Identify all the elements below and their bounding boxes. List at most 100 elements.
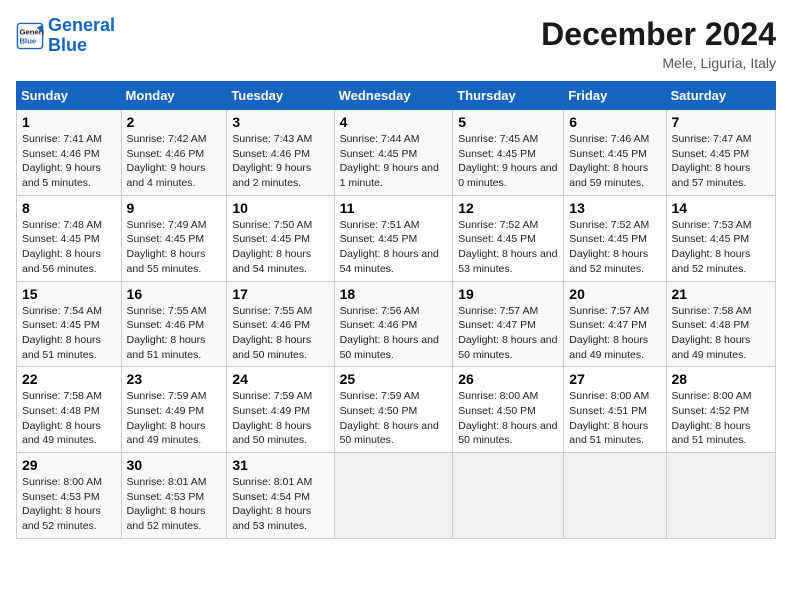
table-row: 27 Sunrise: 8:00 AMSunset: 4:51 PMDaylig… bbox=[564, 367, 666, 453]
day-number: 13 bbox=[569, 200, 660, 216]
day-info: Sunrise: 7:58 AMSunset: 4:48 PMDaylight:… bbox=[22, 390, 102, 446]
day-info: Sunrise: 8:01 AMSunset: 4:53 PMDaylight:… bbox=[127, 476, 207, 532]
day-info: Sunrise: 7:55 AMSunset: 4:46 PMDaylight:… bbox=[127, 305, 207, 361]
day-number: 15 bbox=[22, 286, 116, 302]
month-title: December 2024 bbox=[541, 16, 776, 53]
day-number: 7 bbox=[672, 114, 770, 130]
day-number: 17 bbox=[232, 286, 328, 302]
day-info: Sunrise: 7:46 AMSunset: 4:45 PMDaylight:… bbox=[569, 133, 649, 189]
day-info: Sunrise: 7:56 AMSunset: 4:46 PMDaylight:… bbox=[340, 305, 439, 361]
day-info: Sunrise: 7:52 AMSunset: 4:45 PMDaylight:… bbox=[569, 219, 649, 275]
day-number: 5 bbox=[458, 114, 558, 130]
calendar-row: 29 Sunrise: 8:00 AMSunset: 4:53 PMDaylig… bbox=[17, 453, 776, 539]
day-info: Sunrise: 7:53 AMSunset: 4:45 PMDaylight:… bbox=[672, 219, 752, 275]
table-row: 20 Sunrise: 7:57 AMSunset: 4:47 PMDaylig… bbox=[564, 281, 666, 367]
day-number: 28 bbox=[672, 371, 770, 387]
table-row bbox=[666, 453, 775, 539]
header: General Blue GeneralBlue December 2024 M… bbox=[16, 16, 776, 71]
day-number: 18 bbox=[340, 286, 448, 302]
day-number: 9 bbox=[127, 200, 222, 216]
day-number: 11 bbox=[340, 200, 448, 216]
table-row: 5 Sunrise: 7:45 AMSunset: 4:45 PMDayligh… bbox=[453, 110, 564, 196]
day-info: Sunrise: 7:50 AMSunset: 4:45 PMDaylight:… bbox=[232, 219, 312, 275]
day-number: 27 bbox=[569, 371, 660, 387]
col-tuesday: Tuesday bbox=[227, 82, 334, 110]
calendar-row: 8 Sunrise: 7:48 AMSunset: 4:45 PMDayligh… bbox=[17, 195, 776, 281]
day-info: Sunrise: 7:59 AMSunset: 4:49 PMDaylight:… bbox=[127, 390, 207, 446]
day-number: 12 bbox=[458, 200, 558, 216]
day-info: Sunrise: 7:42 AMSunset: 4:46 PMDaylight:… bbox=[127, 133, 207, 189]
day-info: Sunrise: 7:57 AMSunset: 4:47 PMDaylight:… bbox=[458, 305, 557, 361]
table-row: 22 Sunrise: 7:58 AMSunset: 4:48 PMDaylig… bbox=[17, 367, 122, 453]
day-number: 8 bbox=[22, 200, 116, 216]
day-number: 19 bbox=[458, 286, 558, 302]
day-info: Sunrise: 7:55 AMSunset: 4:46 PMDaylight:… bbox=[232, 305, 312, 361]
table-row: 17 Sunrise: 7:55 AMSunset: 4:46 PMDaylig… bbox=[227, 281, 334, 367]
day-info: Sunrise: 7:41 AMSunset: 4:46 PMDaylight:… bbox=[22, 133, 102, 189]
day-number: 31 bbox=[232, 457, 328, 473]
day-info: Sunrise: 7:44 AMSunset: 4:45 PMDaylight:… bbox=[340, 133, 439, 189]
calendar-row: 1 Sunrise: 7:41 AMSunset: 4:46 PMDayligh… bbox=[17, 110, 776, 196]
col-monday: Monday bbox=[121, 82, 227, 110]
day-number: 6 bbox=[569, 114, 660, 130]
day-number: 22 bbox=[22, 371, 116, 387]
table-row: 28 Sunrise: 8:00 AMSunset: 4:52 PMDaylig… bbox=[666, 367, 775, 453]
logo-text: GeneralBlue bbox=[48, 16, 115, 56]
day-info: Sunrise: 8:00 AMSunset: 4:50 PMDaylight:… bbox=[458, 390, 557, 446]
table-row: 30 Sunrise: 8:01 AMSunset: 4:53 PMDaylig… bbox=[121, 453, 227, 539]
table-row: 21 Sunrise: 7:58 AMSunset: 4:48 PMDaylig… bbox=[666, 281, 775, 367]
day-info: Sunrise: 7:45 AMSunset: 4:45 PMDaylight:… bbox=[458, 133, 557, 189]
table-row bbox=[334, 453, 453, 539]
svg-text:Blue: Blue bbox=[20, 36, 37, 45]
table-row bbox=[564, 453, 666, 539]
header-row: Sunday Monday Tuesday Wednesday Thursday… bbox=[17, 82, 776, 110]
col-sunday: Sunday bbox=[17, 82, 122, 110]
day-number: 1 bbox=[22, 114, 116, 130]
day-info: Sunrise: 7:59 AMSunset: 4:49 PMDaylight:… bbox=[232, 390, 312, 446]
table-row: 3 Sunrise: 7:43 AMSunset: 4:46 PMDayligh… bbox=[227, 110, 334, 196]
day-info: Sunrise: 7:54 AMSunset: 4:45 PMDaylight:… bbox=[22, 305, 102, 361]
table-row: 12 Sunrise: 7:52 AMSunset: 4:45 PMDaylig… bbox=[453, 195, 564, 281]
day-number: 4 bbox=[340, 114, 448, 130]
table-row: 19 Sunrise: 7:57 AMSunset: 4:47 PMDaylig… bbox=[453, 281, 564, 367]
table-row: 11 Sunrise: 7:51 AMSunset: 4:45 PMDaylig… bbox=[334, 195, 453, 281]
table-row: 29 Sunrise: 8:00 AMSunset: 4:53 PMDaylig… bbox=[17, 453, 122, 539]
col-wednesday: Wednesday bbox=[334, 82, 453, 110]
day-number: 21 bbox=[672, 286, 770, 302]
day-info: Sunrise: 7:58 AMSunset: 4:48 PMDaylight:… bbox=[672, 305, 752, 361]
day-number: 14 bbox=[672, 200, 770, 216]
table-row: 4 Sunrise: 7:44 AMSunset: 4:45 PMDayligh… bbox=[334, 110, 453, 196]
logo: General Blue GeneralBlue bbox=[16, 16, 115, 56]
table-row: 2 Sunrise: 7:42 AMSunset: 4:46 PMDayligh… bbox=[121, 110, 227, 196]
table-row: 1 Sunrise: 7:41 AMSunset: 4:46 PMDayligh… bbox=[17, 110, 122, 196]
table-row: 16 Sunrise: 7:55 AMSunset: 4:46 PMDaylig… bbox=[121, 281, 227, 367]
calendar-row: 15 Sunrise: 7:54 AMSunset: 4:45 PMDaylig… bbox=[17, 281, 776, 367]
title-area: December 2024 Mele, Liguria, Italy bbox=[541, 16, 776, 71]
calendar-body: 1 Sunrise: 7:41 AMSunset: 4:46 PMDayligh… bbox=[17, 110, 776, 539]
day-info: Sunrise: 7:57 AMSunset: 4:47 PMDaylight:… bbox=[569, 305, 649, 361]
day-info: Sunrise: 7:43 AMSunset: 4:46 PMDaylight:… bbox=[232, 133, 312, 189]
day-number: 23 bbox=[127, 371, 222, 387]
col-saturday: Saturday bbox=[666, 82, 775, 110]
col-thursday: Thursday bbox=[453, 82, 564, 110]
table-row: 26 Sunrise: 8:00 AMSunset: 4:50 PMDaylig… bbox=[453, 367, 564, 453]
day-info: Sunrise: 7:59 AMSunset: 4:50 PMDaylight:… bbox=[340, 390, 439, 446]
col-friday: Friday bbox=[564, 82, 666, 110]
logo-icon: General Blue bbox=[16, 22, 44, 50]
calendar-table: Sunday Monday Tuesday Wednesday Thursday… bbox=[16, 81, 776, 539]
day-number: 24 bbox=[232, 371, 328, 387]
calendar-row: 22 Sunrise: 7:58 AMSunset: 4:48 PMDaylig… bbox=[17, 367, 776, 453]
table-row: 23 Sunrise: 7:59 AMSunset: 4:49 PMDaylig… bbox=[121, 367, 227, 453]
day-number: 26 bbox=[458, 371, 558, 387]
table-row: 18 Sunrise: 7:56 AMSunset: 4:46 PMDaylig… bbox=[334, 281, 453, 367]
day-number: 30 bbox=[127, 457, 222, 473]
day-info: Sunrise: 7:52 AMSunset: 4:45 PMDaylight:… bbox=[458, 219, 557, 275]
table-row: 24 Sunrise: 7:59 AMSunset: 4:49 PMDaylig… bbox=[227, 367, 334, 453]
day-number: 2 bbox=[127, 114, 222, 130]
day-info: Sunrise: 8:00 AMSunset: 4:51 PMDaylight:… bbox=[569, 390, 649, 446]
day-info: Sunrise: 7:49 AMSunset: 4:45 PMDaylight:… bbox=[127, 219, 207, 275]
table-row: 7 Sunrise: 7:47 AMSunset: 4:45 PMDayligh… bbox=[666, 110, 775, 196]
day-number: 25 bbox=[340, 371, 448, 387]
table-row bbox=[453, 453, 564, 539]
table-row: 8 Sunrise: 7:48 AMSunset: 4:45 PMDayligh… bbox=[17, 195, 122, 281]
